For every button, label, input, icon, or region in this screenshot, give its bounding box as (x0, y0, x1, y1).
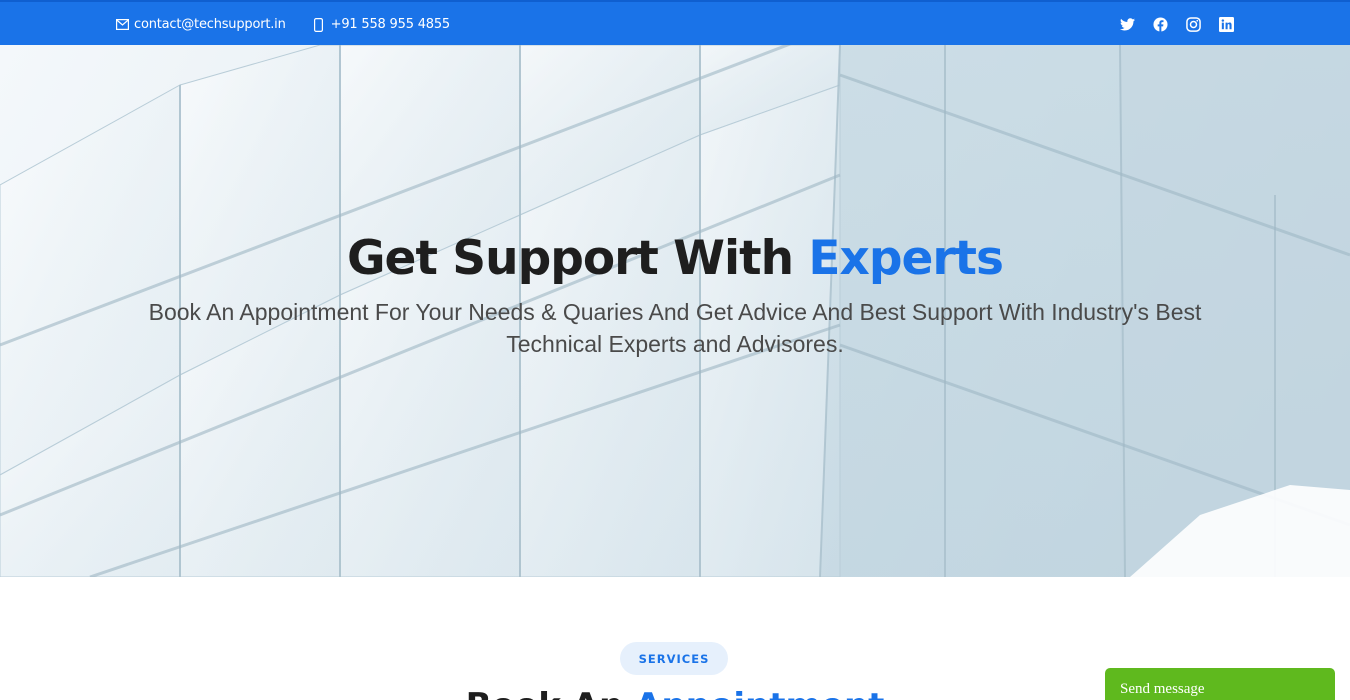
phone-link[interactable]: +91 558 955 4855 (312, 17, 450, 32)
send-message-button[interactable]: Send message (1105, 668, 1335, 700)
facebook-icon[interactable] (1152, 17, 1168, 33)
phone-text: +91 558 955 4855 (330, 17, 451, 32)
email-text: contact@techsupport.in (134, 17, 286, 32)
instagram-icon[interactable] (1185, 17, 1201, 33)
phone-icon (312, 17, 326, 32)
section-title-accent: Appointment (635, 686, 884, 700)
send-message-label: Send message (1120, 681, 1205, 697)
hero-title: Get Support With Experts (0, 231, 1350, 286)
linkedin-icon[interactable] (1218, 17, 1234, 33)
section-title-main: Book An (466, 686, 624, 700)
twitter-icon[interactable] (1119, 17, 1135, 33)
hero-subtitle-line1: Book An Appointment For Your Needs & Qua… (148, 299, 1202, 325)
envelope-icon (115, 18, 129, 32)
hero-title-main: Get Support With (346, 231, 794, 286)
hero-subtitle-line2: Technical Experts and Advisores. (506, 331, 844, 357)
hero-subtitle: Book An Appointment For Your Needs & Qua… (115, 296, 1235, 360)
top-bar: contact@techsupport.in +91 558 955 4855 (0, 0, 1350, 45)
hero-section: Get Support With Experts Book An Appoint… (0, 45, 1350, 577)
services-badge: SERVICES (620, 642, 728, 675)
email-link[interactable]: contact@techsupport.in (115, 17, 286, 32)
social-links (1119, 2, 1234, 47)
hero-title-accent: Experts (808, 231, 1004, 286)
contact-info: contact@techsupport.in +91 558 955 4855 (115, 2, 450, 47)
